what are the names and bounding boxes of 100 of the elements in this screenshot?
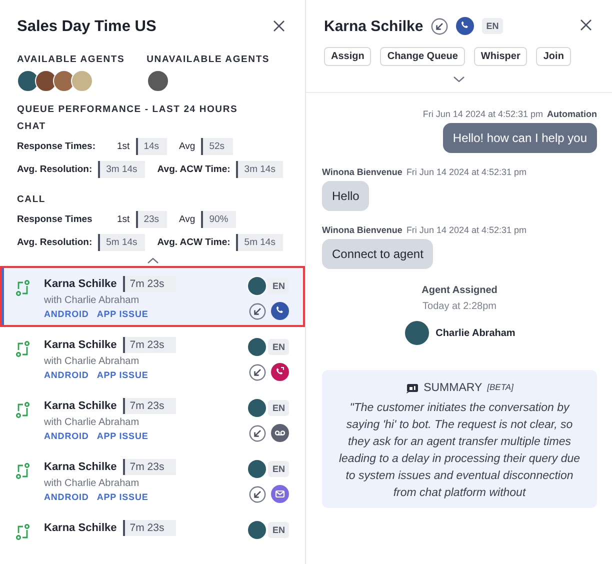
language-badge: EN — [268, 400, 289, 416]
beta-label: [BETA] — [487, 382, 514, 392]
section-label: CALL — [17, 194, 47, 205]
message-time: Fri Jun 14 2024 at 4:52:31 pm — [406, 225, 527, 235]
caret-up-icon — [146, 257, 158, 264]
summary-text: "The customer initiates the conversation by saying 'hi' to bot. The request is not clear, so they ask for an agent transfer multiple times leading to a delay in processing their query due to system issues and eventual disconnection from chat platform without — [338, 401, 582, 501]
close-icon — [580, 19, 592, 31]
agent-label: with Charlie Abraham — [44, 417, 140, 428]
avatar — [404, 320, 430, 346]
event-title: Agent Assigned — [422, 285, 498, 296]
metric-value: 3m 14s — [98, 161, 146, 178]
avatar — [247, 337, 268, 357]
event-time: Today at 2:28pm — [422, 301, 496, 312]
avatar — [146, 70, 169, 92]
close-button[interactable] — [580, 19, 594, 33]
caret-down-icon — [453, 76, 465, 83]
section-label: AVAILABLE AGENTS — [17, 54, 125, 65]
agent-label: with Charlie Abraham — [44, 295, 140, 306]
route-icon — [16, 402, 30, 418]
route-icon — [16, 341, 30, 357]
metric-value: 5m 14s — [98, 234, 146, 251]
action-button[interactable]: Join — [536, 47, 571, 66]
language-badge: EN — [268, 461, 289, 477]
duration-label: 7m 23s — [122, 276, 176, 292]
metric-value: 3m 14s — [236, 161, 284, 178]
metric-value: 90% — [201, 211, 236, 228]
arrow-circle-icon — [431, 18, 448, 34]
message-time: Fri Jun 14 2024 at 4:52:31 pm — [406, 167, 527, 177]
metric-label: 1st — [117, 141, 130, 152]
avatar — [53, 70, 75, 92]
action-button[interactable]: Assign — [324, 47, 372, 66]
tag: ANDROID — [44, 309, 89, 319]
customer-name: Karna Schilke — [44, 339, 117, 351]
metric-label: Response Times: — [17, 141, 96, 152]
avatar — [71, 70, 93, 92]
conversation-item[interactable]: Karna Schilke 7m 23s with Charlie Abraham ANDROID APP ISSUE EN — [0, 266, 305, 327]
arrow-circle-icon — [249, 486, 266, 502]
metric-label: Avg. Resolution: — [17, 237, 92, 248]
section-label: QUEUE PERFORMANCE - LAST 24 HOURS — [17, 104, 239, 115]
route-icon — [16, 524, 30, 540]
tag: ANDROID — [44, 370, 89, 380]
message-author: Automation — [547, 109, 597, 119]
collapse-button[interactable] — [146, 257, 158, 264]
message-author: Winona Bienvenue — [322, 225, 402, 235]
avatar — [17, 70, 39, 92]
section-label: CHAT — [17, 121, 47, 132]
metric-label: Avg. ACW Time: — [157, 237, 230, 248]
metric-label: 1st — [117, 214, 130, 225]
duration-label: 7m 23s — [122, 337, 176, 353]
message-bubble: Hello — [322, 181, 370, 211]
action-button[interactable]: Change Queue — [380, 47, 465, 66]
language-badge: EN — [268, 522, 289, 538]
close-button[interactable] — [273, 20, 287, 34]
metric-value: 14s — [136, 138, 168, 155]
agent-name: Charlie Abraham — [436, 328, 516, 338]
metric-label: Avg — [179, 141, 196, 152]
message-time: Fri Jun 14 2024 at 4:52:31 pm — [422, 109, 543, 119]
close-icon — [273, 20, 285, 32]
language-badge: EN — [268, 278, 289, 294]
avatar — [247, 398, 268, 418]
avatar — [35, 70, 57, 92]
contact-name: Karna Schilke — [324, 18, 424, 34]
agent-label: with Charlie Abraham — [44, 478, 140, 489]
arrow-circle-icon — [249, 424, 266, 442]
metric-label: Avg — [179, 214, 196, 225]
duration-label: 7m 23s — [122, 520, 176, 536]
metric-value: 52s — [201, 138, 233, 155]
tag: ANDROID — [44, 431, 89, 441]
route-icon — [16, 280, 30, 296]
action-button[interactable]: Whisper — [474, 47, 528, 66]
avatar — [247, 520, 268, 540]
tag: APP ISSUE — [96, 370, 148, 380]
tag: ANDROID — [44, 492, 89, 502]
metric-label: Avg. Resolution: — [17, 164, 92, 175]
metric-label: Avg. ACW Time: — [157, 164, 230, 175]
message-author: Winona Bienvenue — [322, 167, 402, 177]
language-badge: EN — [268, 339, 289, 355]
message-bubble: Connect to agent — [322, 239, 434, 269]
avatar — [247, 276, 268, 296]
ai-icon — [406, 382, 419, 394]
metric-label: Response Times — [17, 214, 94, 225]
section-label: UNAVAILABLE AGENTS — [146, 54, 270, 65]
customer-name: Karna Schilke — [44, 278, 117, 290]
duration-label: 7m 23s — [122, 459, 176, 475]
customer-name: Karna Schilke — [44, 400, 117, 412]
summary-title: SUMMARY — [424, 382, 482, 394]
message-bubble: Hello! how can I help you — [442, 123, 597, 153]
arrow-circle-icon — [249, 302, 266, 320]
avatar — [247, 459, 268, 479]
duration-label: 7m 23s — [122, 398, 176, 414]
metric-value: 5m 14s — [236, 234, 284, 251]
language-badge: EN — [482, 18, 503, 34]
expand-button[interactable] — [453, 76, 465, 84]
agent-label: with Charlie Abraham — [44, 356, 140, 367]
metric-value: 23s — [136, 211, 168, 228]
route-icon — [16, 463, 30, 479]
customer-name: Karna Schilke — [44, 461, 117, 473]
arrow-circle-icon — [249, 364, 266, 380]
tag: APP ISSUE — [96, 309, 148, 319]
tag: APP ISSUE — [96, 492, 148, 502]
